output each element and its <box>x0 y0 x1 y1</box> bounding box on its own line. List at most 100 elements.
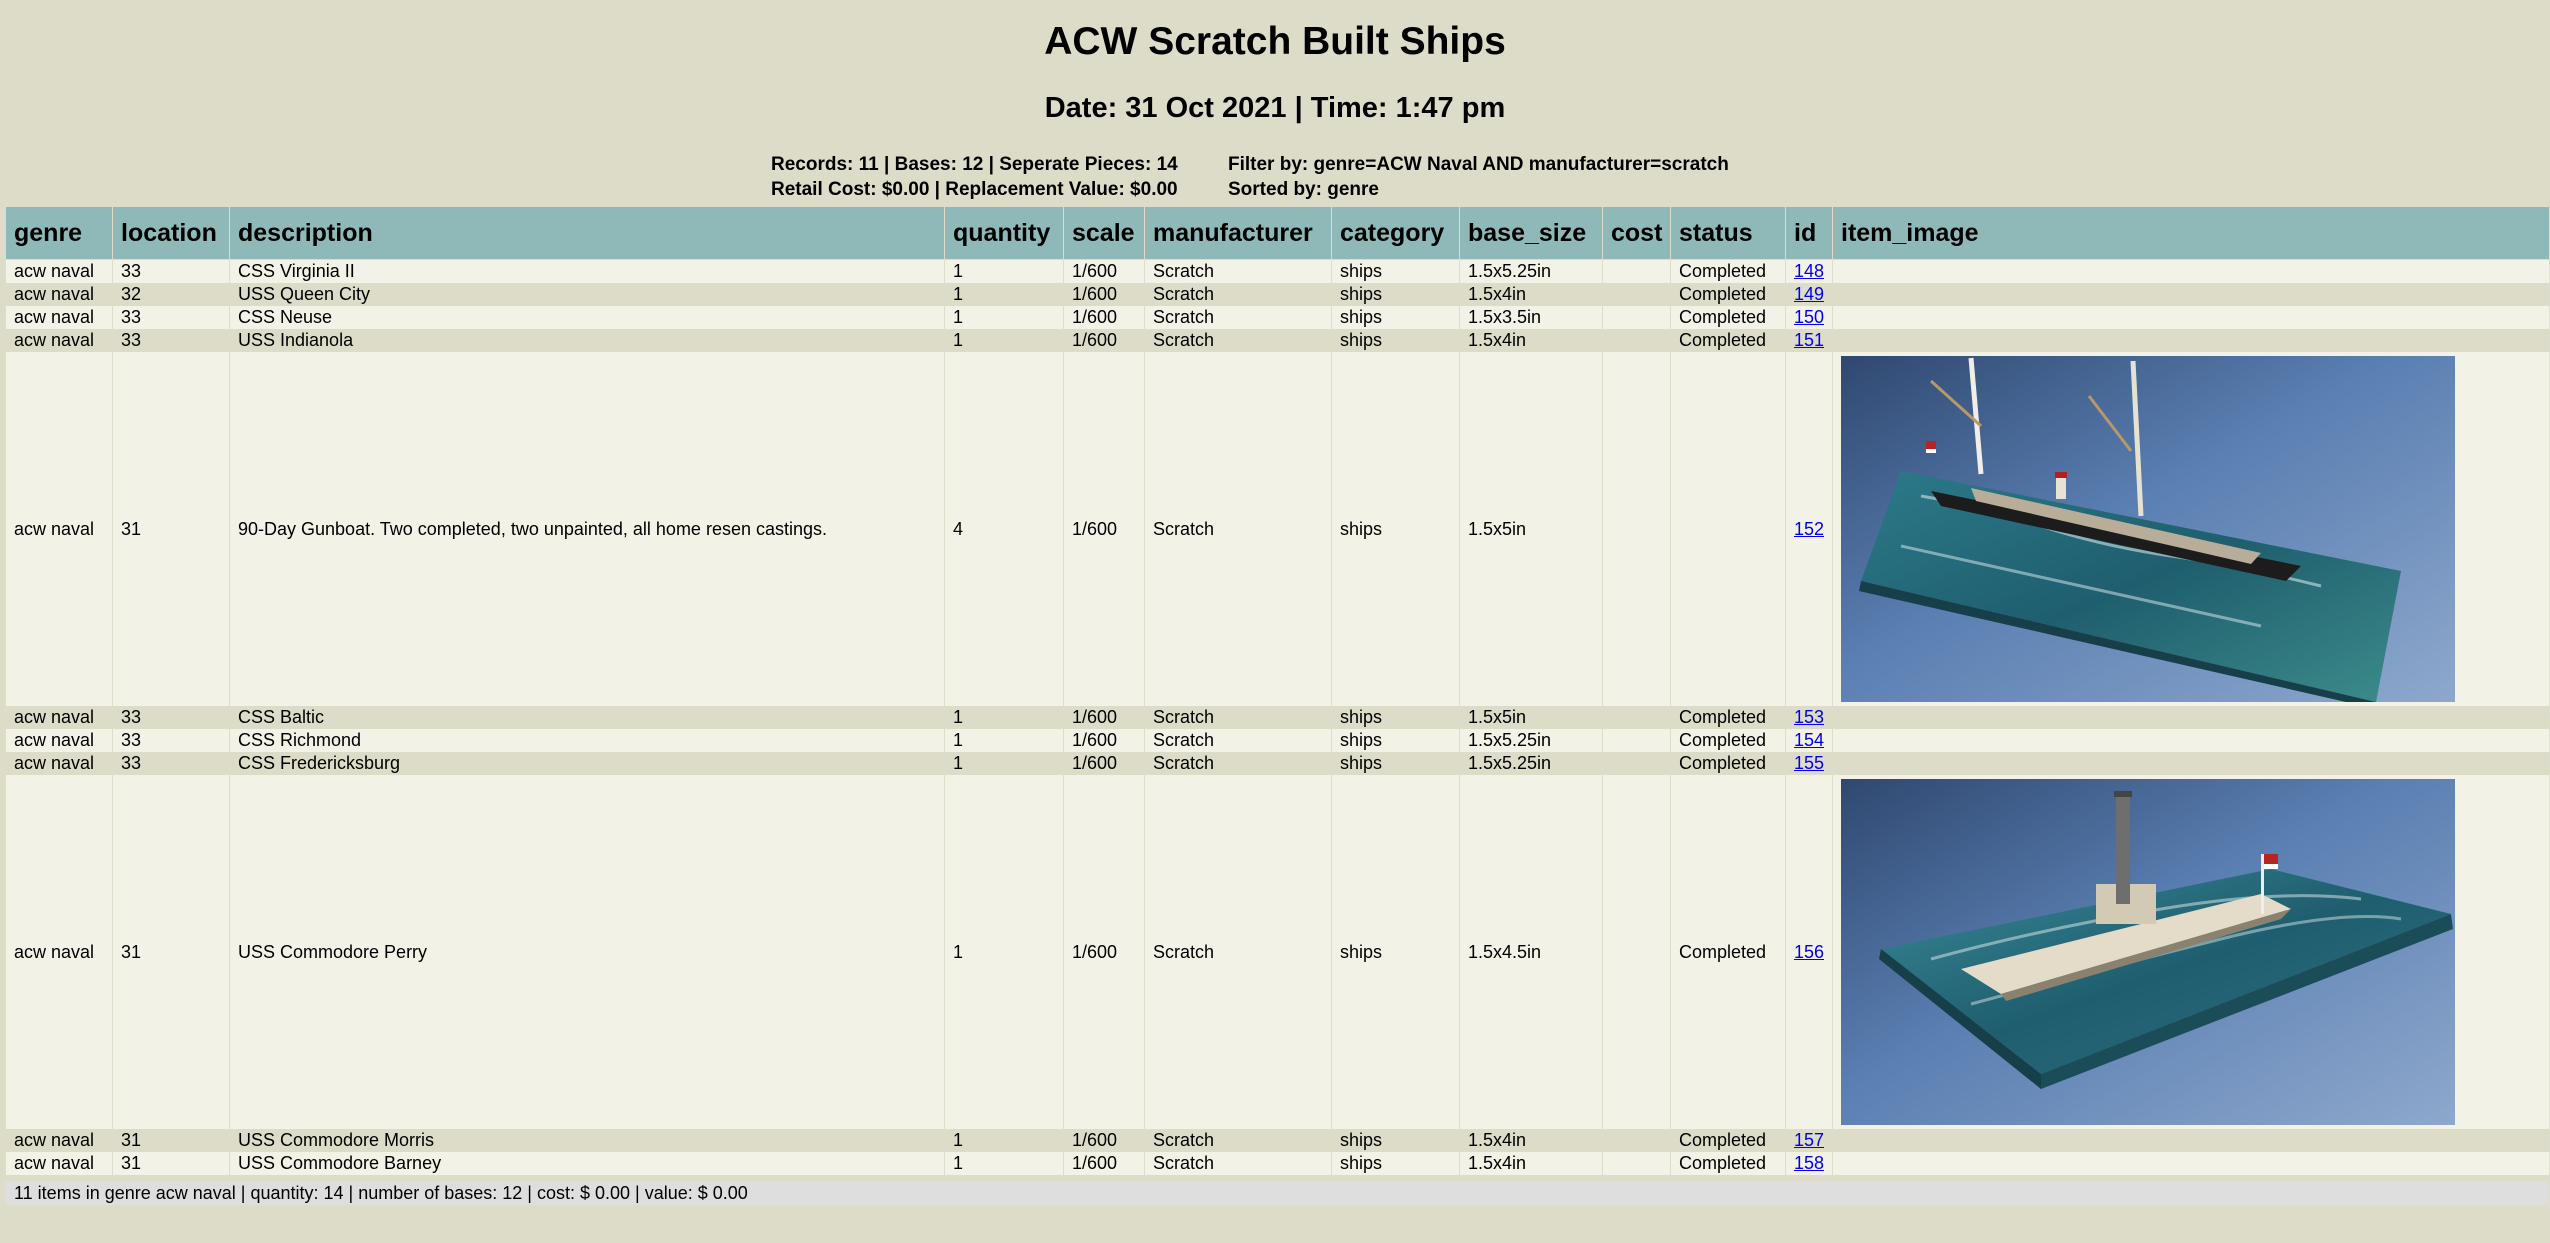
cell-category: ships <box>1331 352 1460 706</box>
item-id-link[interactable]: 157 <box>1794 1130 1824 1150</box>
table-row: acw naval 33 CSS Baltic 1 1/600 Scratch … <box>5 706 2550 729</box>
cell-status: Completed <box>1670 775 1786 1129</box>
cell-base-size: 1.5x5in <box>1459 706 1603 729</box>
cell-manufacturer: Scratch <box>1144 283 1332 306</box>
cell-status: Completed <box>1670 259 1786 283</box>
cell-genre: acw naval <box>5 706 113 729</box>
cell-location: 33 <box>112 706 230 729</box>
cell-category: ships <box>1331 259 1460 283</box>
item-id-link[interactable]: 154 <box>1794 730 1824 750</box>
cell-description: CSS Neuse <box>229 306 945 329</box>
cell-manufacturer: Scratch <box>1144 1129 1332 1152</box>
cell-id: 153 <box>1785 706 1833 729</box>
cell-quantity: 1 <box>944 283 1064 306</box>
cell-description: 90-Day Gunboat. Two completed, two unpai… <box>229 352 945 706</box>
cell-manufacturer: Scratch <box>1144 1152 1332 1175</box>
genre-totals-footer: 11 items in genre acw naval | quantity: … <box>5 1181 2549 1205</box>
table-row: acw naval 31 USS Commodore Barney 1 1/60… <box>5 1152 2550 1175</box>
cell-description: CSS Fredericksburg <box>229 752 945 775</box>
item-id-link[interactable]: 152 <box>1794 519 1824 539</box>
cell-description: USS Commodore Perry <box>229 775 945 1129</box>
cell-base-size: 1.5x5.25in <box>1459 259 1603 283</box>
column-header-base-size: base_size <box>1459 206 1603 260</box>
cell-base-size: 1.5x4in <box>1459 329 1603 352</box>
cell-id: 157 <box>1785 1129 1833 1152</box>
item-id-link[interactable]: 150 <box>1794 307 1824 327</box>
cell-manufacturer: Scratch <box>1144 259 1332 283</box>
column-header-genre: genre <box>5 206 113 260</box>
cell-scale: 1/600 <box>1063 706 1145 729</box>
cell-location: 31 <box>112 1152 230 1175</box>
cell-cost <box>1602 283 1671 306</box>
cell-genre: acw naval <box>5 283 113 306</box>
column-header-id: id <box>1785 206 1833 260</box>
item-id-link[interactable]: 156 <box>1794 942 1824 962</box>
cell-id: 152 <box>1785 352 1833 706</box>
commodore-perry-photo <box>1841 779 2455 1125</box>
item-id-link[interactable]: 149 <box>1794 284 1824 304</box>
cell-location: 32 <box>112 283 230 306</box>
table-header-row: genre location description quantity scal… <box>5 206 2550 260</box>
cell-scale: 1/600 <box>1063 283 1145 306</box>
cell-id: 156 <box>1785 775 1833 1129</box>
cell-id: 151 <box>1785 329 1833 352</box>
cell-quantity: 1 <box>944 729 1064 752</box>
item-id-link[interactable]: 148 <box>1794 261 1824 281</box>
cell-location: 33 <box>112 329 230 352</box>
cell-manufacturer: Scratch <box>1144 729 1332 752</box>
cell-item-image <box>1832 706 2550 729</box>
item-id-link[interactable]: 151 <box>1794 330 1824 350</box>
cell-quantity: 1 <box>944 1129 1064 1152</box>
cell-id: 158 <box>1785 1152 1833 1175</box>
cell-genre: acw naval <box>5 329 113 352</box>
cell-scale: 1/600 <box>1063 1129 1145 1152</box>
cell-location: 33 <box>112 306 230 329</box>
cell-cost <box>1602 306 1671 329</box>
cell-category: ships <box>1331 1152 1460 1175</box>
cell-genre: acw naval <box>5 729 113 752</box>
cell-scale: 1/600 <box>1063 306 1145 329</box>
cell-quantity: 1 <box>944 329 1064 352</box>
cell-location: 31 <box>112 775 230 1129</box>
cell-category: ships <box>1331 775 1460 1129</box>
cell-genre: acw naval <box>5 752 113 775</box>
cell-status: Completed <box>1670 306 1786 329</box>
column-header-category: category <box>1331 206 1460 260</box>
sort-summary: Sorted by: genre <box>1228 179 1379 200</box>
cell-category: ships <box>1331 706 1460 729</box>
item-id-link[interactable]: 158 <box>1794 1153 1824 1173</box>
cell-manufacturer: Scratch <box>1144 352 1332 706</box>
item-id-link[interactable]: 153 <box>1794 707 1824 727</box>
cell-scale: 1/600 <box>1063 329 1145 352</box>
summary-filter: Filter by: genre=ACW Naval AND manufactu… <box>1228 152 1729 202</box>
cell-manufacturer: Scratch <box>1144 306 1332 329</box>
cell-cost <box>1602 329 1671 352</box>
cell-description: USS Queen City <box>229 283 945 306</box>
cell-base-size: 1.5x5in <box>1459 352 1603 706</box>
cell-manufacturer: Scratch <box>1144 752 1332 775</box>
cell-quantity: 4 <box>944 352 1064 706</box>
cell-quantity: 1 <box>944 1152 1064 1175</box>
filter-summary: Filter by: genre=ACW Naval AND manufactu… <box>1228 154 1729 175</box>
cell-description: CSS Baltic <box>229 706 945 729</box>
cell-status <box>1670 352 1786 706</box>
cell-description: USS Commodore Morris <box>229 1129 945 1152</box>
cell-status: Completed <box>1670 283 1786 306</box>
cell-category: ships <box>1331 752 1460 775</box>
column-header-scale: scale <box>1063 206 1145 260</box>
cell-id: 149 <box>1785 283 1833 306</box>
cell-scale: 1/600 <box>1063 752 1145 775</box>
items-table: genre location description quantity scal… <box>5 206 2550 1175</box>
item-id-link[interactable]: 155 <box>1794 753 1824 773</box>
table-row: acw naval 33 CSS Richmond 1 1/600 Scratc… <box>5 729 2550 752</box>
column-header-location: location <box>112 206 230 260</box>
cell-id: 150 <box>1785 306 1833 329</box>
cost-summary: Retail Cost: $0.00 | Replacement Value: … <box>771 179 1178 200</box>
cell-cost <box>1602 1152 1671 1175</box>
cell-item-image <box>1832 775 2550 1129</box>
cell-genre: acw naval <box>5 352 113 706</box>
cell-scale: 1/600 <box>1063 259 1145 283</box>
cell-description: USS Indianola <box>229 329 945 352</box>
table-row: acw naval 32 USS Queen City 1 1/600 Scra… <box>5 283 2550 306</box>
table-row: acw naval 33 CSS Neuse 1 1/600 Scratch s… <box>5 306 2550 329</box>
